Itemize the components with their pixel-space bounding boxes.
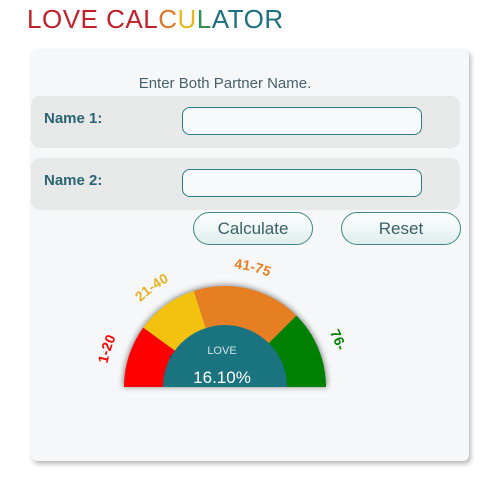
gauge-range-label-2: 21-40	[132, 270, 171, 305]
gauge-range-label-4: 76-	[327, 327, 350, 353]
gauge-range-label-1: 1-20	[95, 332, 119, 365]
gauge-center-label: LOVE	[207, 345, 236, 357]
gauge-range-label-3: 41-75	[234, 255, 274, 279]
love-gauge: 1-20 21-40 41-75 76- LOVE 16.10%	[95, 255, 350, 387]
gauge-value-text: 16.10%	[193, 368, 251, 387]
